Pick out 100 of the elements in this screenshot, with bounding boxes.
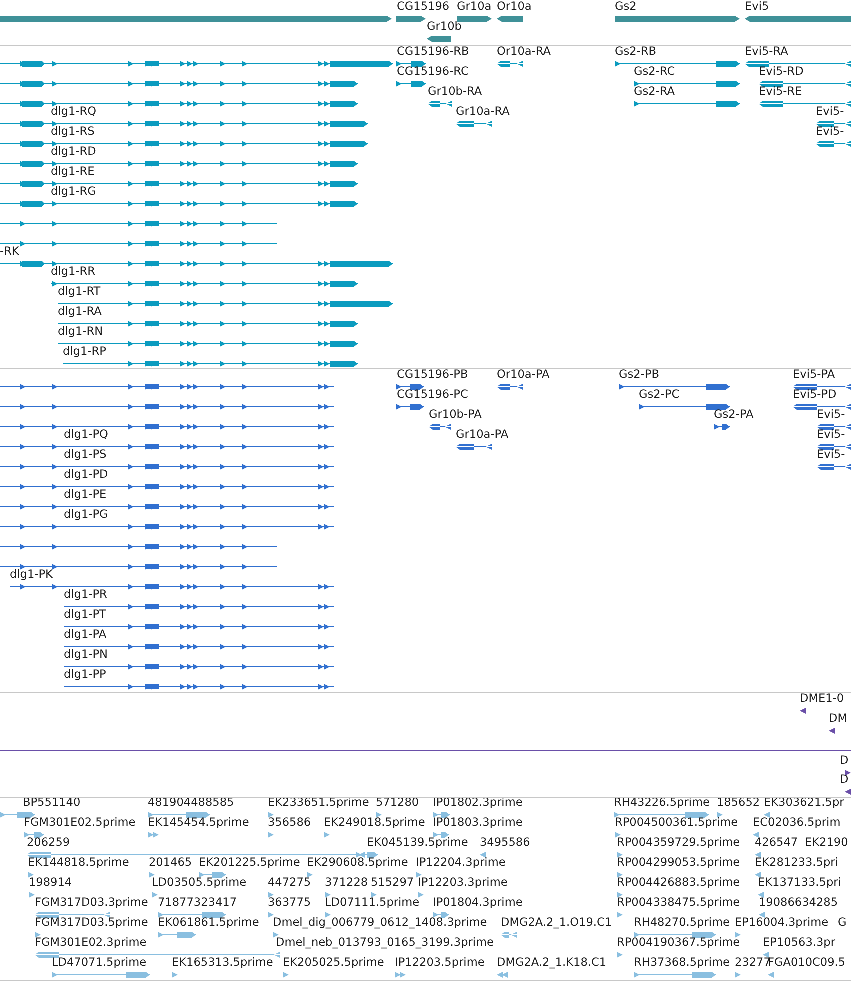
- feature-glyph: [28, 871, 36, 879]
- feature-label: dlg1-PT: [64, 608, 106, 622]
- feature-label: RH37368.5prime: [634, 956, 730, 970]
- feature-label: 206259: [27, 836, 70, 850]
- feature-glyph: [429, 423, 451, 431]
- feature-label: EK205025.5prime: [283, 956, 384, 970]
- feature-glyph: [714, 423, 730, 431]
- feature-label: dlg1-PR: [64, 588, 108, 602]
- feature-glyph: [755, 871, 760, 879]
- feature-glyph: [764, 811, 772, 819]
- feature-glyph: [501, 931, 517, 939]
- feature-label: 447275: [268, 876, 312, 890]
- feature-label: EK045139.5prime: [367, 836, 468, 850]
- feature-label: dlg1-RE: [51, 165, 95, 179]
- feature-label: 363775: [268, 896, 312, 910]
- feature-label: 71877323417: [158, 896, 238, 910]
- feature-label: IP12203.5prime: [395, 956, 485, 970]
- feature-label: EK165313.5prime: [172, 956, 274, 970]
- feature-glyph: [735, 971, 740, 979]
- feature-glyph: [456, 443, 492, 451]
- feature-label: 515297: [371, 876, 414, 890]
- feature-glyph: [148, 811, 210, 819]
- feature-glyph: [456, 120, 492, 128]
- feature-label: Or10a-PA: [497, 369, 550, 382]
- feature-label: FGM317D03.5prime: [35, 916, 148, 930]
- feature-label: RP004338475.5prime: [617, 896, 740, 910]
- feature-label: 426547: [755, 836, 798, 850]
- feature-label: FGM301E02.3prime: [35, 936, 147, 950]
- feature-glyph: [268, 831, 276, 839]
- feature-label: DM: [829, 712, 848, 726]
- feature-glyph: [816, 120, 851, 128]
- feature-label: G: [838, 916, 847, 930]
- feature-label: EC02036.5prim: [753, 816, 841, 830]
- feature-glyph: [817, 463, 851, 471]
- feature-label: EK144818.5prime: [28, 856, 130, 870]
- feature-glyph: [396, 15, 426, 23]
- feature-label: -RK: [0, 245, 20, 259]
- feature-label: 198914: [29, 876, 72, 890]
- feature-label: LD03505.5prime: [152, 876, 247, 890]
- feature-label: EK137133.5pri: [758, 876, 842, 890]
- feature-label: dlg1-RA: [58, 305, 102, 319]
- feature-label: IP01803.3prime: [433, 816, 523, 830]
- feature-label: Evi5-PD: [793, 388, 837, 402]
- feature-label: Evi5-: [816, 125, 844, 139]
- feature-glyph: [617, 911, 622, 919]
- feature-glyph: [158, 911, 226, 919]
- feature-label: Evi5-PA: [793, 369, 836, 382]
- feature-glyph: [816, 140, 851, 148]
- feature-label: Or10a-RA: [497, 46, 552, 59]
- feature-label: EK281233.5pri: [755, 856, 838, 870]
- feature-label: Evi5-: [817, 408, 846, 422]
- feature-label: RP004359729.5prime: [617, 836, 740, 850]
- feature-label: dlg1-PD: [64, 468, 108, 482]
- feature-label: IP12204.3prime: [416, 856, 506, 870]
- feature-label: FGM317D03.3prime: [35, 896, 148, 910]
- feature-label: EK249018.5prime: [324, 816, 426, 830]
- feature-label: dlg1-PE: [64, 488, 107, 502]
- feature-label: Gs2-RA: [634, 85, 676, 99]
- feature-glyph: [172, 971, 180, 979]
- feature-label: 19086634285: [759, 896, 838, 910]
- feature-label: Dmel_dig_006779_0612_1408.3prime: [273, 916, 488, 930]
- feature-label: dlg1-PP: [64, 668, 106, 682]
- feature-label: dlg1-RR: [51, 265, 96, 279]
- feature-label: Evi5-: [817, 448, 846, 462]
- feature-glyph: [268, 811, 276, 819]
- feature-label: IP12203.3prime: [418, 876, 508, 890]
- feature-label: Evi5-RD: [759, 65, 804, 79]
- feature-label: 371228: [325, 876, 368, 890]
- feature-label: CG15196-RB: [397, 46, 470, 59]
- feature-label: Evi5-RA: [745, 46, 788, 59]
- feature-label: dlg1-RS: [51, 125, 95, 139]
- feature-label: RH48270.5prime: [634, 916, 730, 930]
- feature-label: dlg1-RN: [58, 325, 104, 339]
- feature-label: CG15196-PC: [397, 388, 468, 402]
- feature-glyph: [759, 911, 764, 919]
- feature-glyph: [427, 35, 451, 43]
- feature-glyph: [396, 383, 424, 391]
- feature-label: Gr10a-PA: [456, 428, 509, 442]
- feature-label: 3495586: [480, 836, 530, 850]
- feature-glyph: [817, 423, 851, 431]
- feature-label: dlg1-RD: [51, 145, 96, 159]
- feature-glyph: [396, 403, 424, 411]
- feature-label: Gs2-PA: [714, 408, 754, 422]
- feature-label: dlg1-PG: [64, 508, 108, 522]
- feature-glyph: [617, 871, 622, 879]
- feature-label: dlg1-RP: [63, 345, 106, 359]
- feature-label: Gr10a: [457, 0, 492, 14]
- feature-label: RP004299053.5prime: [617, 856, 740, 870]
- feature-label: CG15196-PB: [397, 369, 468, 382]
- feature-glyph: [433, 831, 449, 839]
- feature-label: 201465: [149, 856, 192, 870]
- feature-label: IP01804.3prime: [433, 896, 523, 910]
- feature-label: EK290608.5prime: [307, 856, 408, 870]
- feature-glyph: [497, 15, 523, 23]
- feature-label: FGA010C09.5: [768, 956, 846, 970]
- feature-label: Gs2-RC: [634, 65, 676, 79]
- feature-glyph: [396, 80, 426, 88]
- feature-label: Gr10a-RA: [456, 105, 510, 119]
- feature-label: EK201225.5prime: [199, 856, 300, 870]
- feature-glyph: [735, 931, 743, 939]
